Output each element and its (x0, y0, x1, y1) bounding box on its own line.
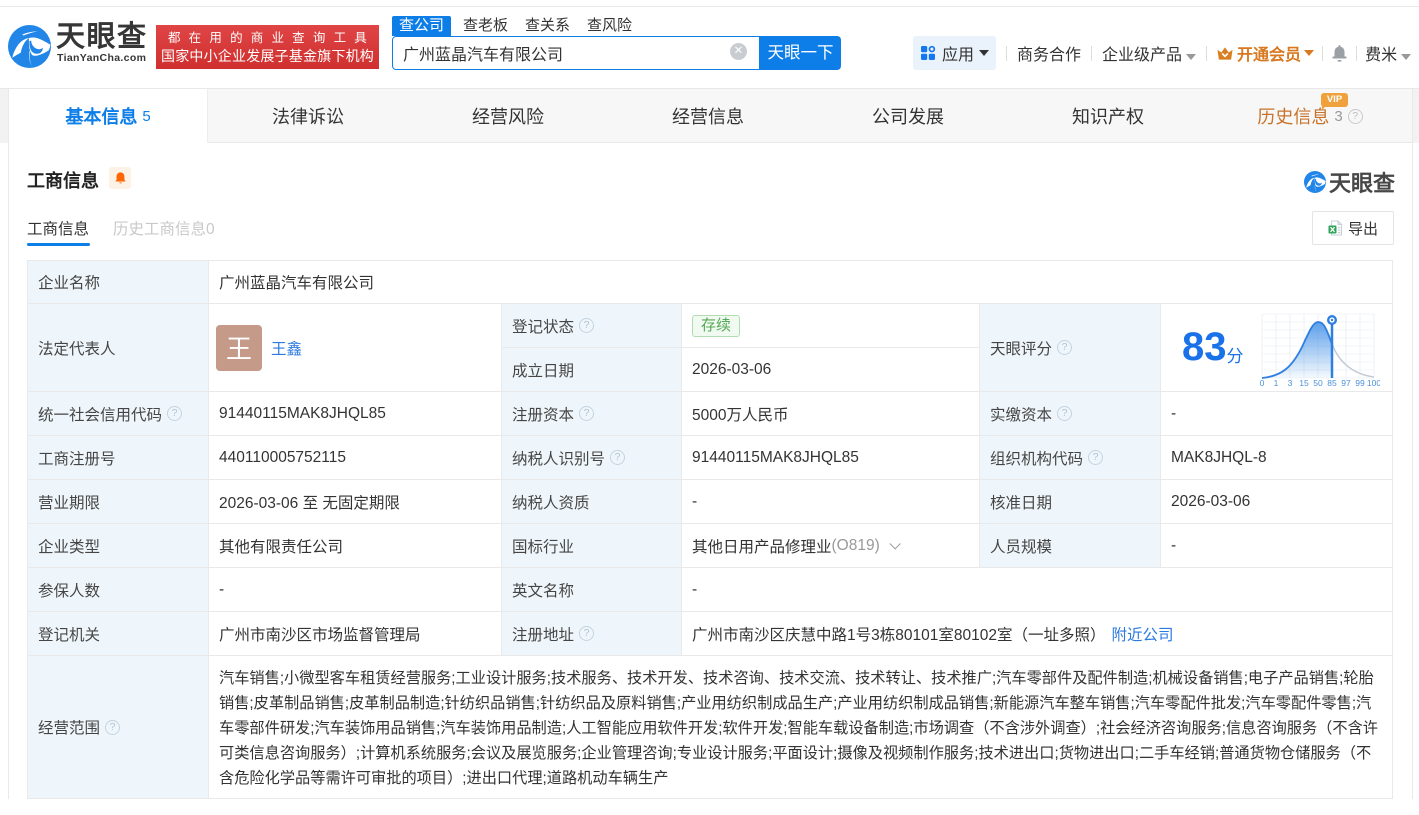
svg-text:15: 15 (1299, 378, 1309, 388)
svg-text:97: 97 (1341, 378, 1351, 388)
svg-text:100: 100 (1366, 378, 1379, 388)
svg-text:85: 85 (1327, 378, 1337, 388)
svg-text:1: 1 (1273, 378, 1278, 388)
svg-text:50: 50 (1313, 378, 1323, 388)
svg-text:3: 3 (1287, 378, 1292, 388)
svg-text:0: 0 (1259, 378, 1264, 388)
svg-text:99: 99 (1355, 378, 1365, 388)
